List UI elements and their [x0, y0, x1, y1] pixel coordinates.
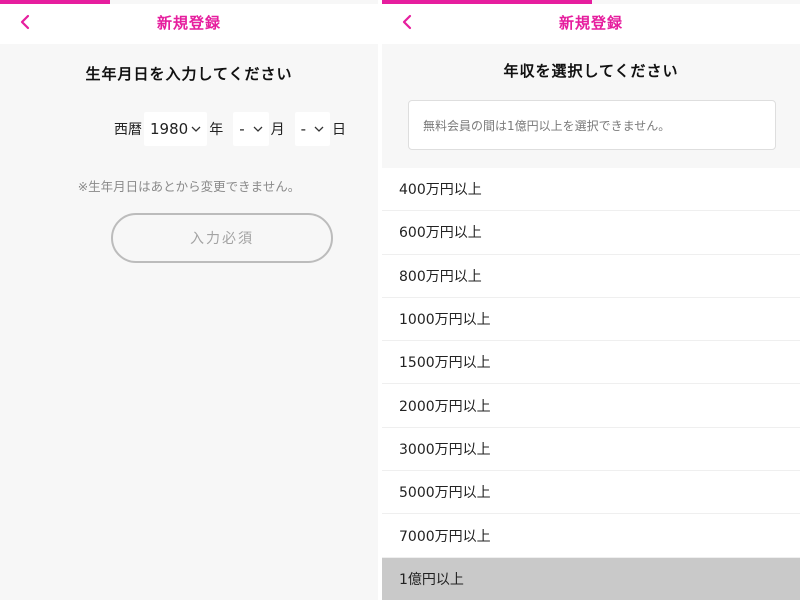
income-option[interactable]: 600万円以上: [382, 211, 800, 255]
income-option[interactable]: 1000万円以上: [382, 297, 800, 342]
page-title: 新規登録: [558, 14, 623, 32]
income-option[interactable]: 3000万円以上: [382, 427, 800, 472]
day-value: -: [300, 120, 307, 138]
submit-button[interactable]: 入力必須: [111, 213, 333, 263]
page-title: 新規登録: [156, 14, 221, 32]
birthdate-note: ※生年月日はあとから変更できません。: [77, 179, 301, 194]
chevron-down-icon: [314, 126, 324, 133]
income-option[interactable]: 800万円以上: [382, 254, 800, 298]
income-option[interactable]: 7000万円以上: [382, 514, 800, 558]
income-heading: 年収を選択してください: [503, 62, 679, 80]
income-option[interactable]: 400万円以上: [382, 168, 800, 212]
year-value: 1980: [150, 120, 189, 138]
birthdate-screen: 新規登録 生年月日を入力してください 西暦 1980 年 - 月 - 日 ※生年…: [0, 0, 378, 600]
month-value: -: [239, 120, 245, 138]
income-option-list: 400万円以上 600万円以上 800万円以上 1000万円以上 1500万円以…: [382, 168, 800, 600]
birthdate-heading: 生年月日を入力してください: [85, 65, 293, 83]
header: 新規登録: [382, 4, 800, 44]
era-label: 西暦: [114, 122, 142, 138]
chevron-down-icon: [253, 126, 263, 133]
day-suffix: 日: [332, 122, 347, 138]
membership-notice: 無料会員の間は1億円以上を選択できません。: [408, 100, 776, 150]
income-option-disabled: 1億円以上: [382, 557, 800, 600]
income-screen: 新規登録 年収を選択してください 無料会員の間は1億円以上を選択できません。 4…: [382, 0, 800, 600]
income-option[interactable]: 1500万円以上: [382, 341, 800, 385]
birthdate-input-row: 西暦 1980 年 - 月 - 日: [114, 112, 346, 146]
day-select[interactable]: -: [294, 112, 331, 146]
income-option[interactable]: 2000万円以上: [382, 384, 800, 428]
year-select[interactable]: 1980: [144, 112, 208, 146]
header: 新規登録: [0, 4, 378, 44]
month-suffix: 月: [270, 122, 285, 138]
year-suffix: 年: [209, 122, 224, 138]
month-select[interactable]: -: [233, 112, 269, 146]
chevron-down-icon: [191, 126, 201, 133]
income-option[interactable]: 5000万円以上: [382, 471, 800, 515]
